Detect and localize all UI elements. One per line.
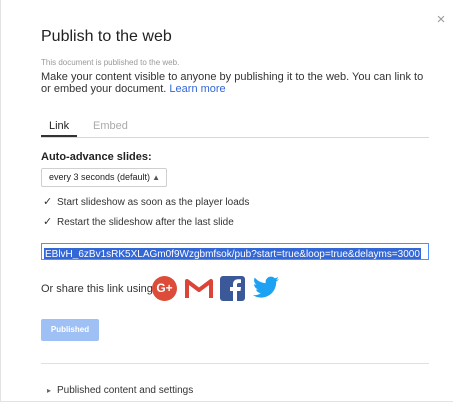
checkmark-icon[interactable]: ✓ [43,215,53,229]
published-content-settings-label: Published content and settings [57,385,194,396]
facebook-icon[interactable] [220,276,245,301]
gmail-icon[interactable] [184,276,214,300]
description: Make your content visible to anyone by p… [41,71,431,95]
tab-link[interactable]: Link [41,120,78,137]
expand-caret-icon: ▸ [47,386,52,395]
auto-advance-selected-value: every 3 seconds (default) [49,172,151,182]
google-plus-icon[interactable]: G+ [152,276,177,301]
checkmark-icon[interactable]: ✓ [43,195,53,209]
link-url-field[interactable]: EBlvH_6zBv1sRK5XLAGm0f9Wzgbmfsok/pub?sta… [41,243,429,260]
published-content-settings-toggle[interactable]: ▸ Published content and settings [47,385,193,396]
auto-advance-select[interactable]: every 3 seconds (default) ▲ [41,168,167,187]
publish-status-text: This document is published to the web. [41,58,180,67]
share-label: Or share this link using: [41,283,156,295]
published-button[interactable]: Published [41,319,99,341]
google-plus-glyph: G+ [156,281,173,295]
tab-bar: Link Embed [41,120,429,138]
select-arrows-icon: ▲ [152,173,160,182]
twitter-icon[interactable] [252,276,280,300]
restart-option[interactable]: ✓ Restart the slideshow after the last sl… [43,215,234,229]
restart-label: Restart the slideshow after the last sli… [57,217,234,228]
auto-advance-label: Auto-advance slides: [41,151,152,163]
description-text: Make your content visible to anyone by p… [41,71,424,95]
tab-embed[interactable]: Embed [93,120,128,135]
close-icon[interactable]: × [435,12,447,27]
publish-dialog: × Publish to the web This document is pu… [0,0,453,402]
divider [41,363,429,364]
start-on-load-label: Start slideshow as soon as the player lo… [57,197,250,208]
dialog-title: Publish to the web [41,28,172,45]
learn-more-link[interactable]: Learn more [169,83,225,95]
link-url-text: EBlvH_6zBv1sRK5XLAGm0f9Wzgbmfsok/pub?sta… [44,248,421,260]
start-on-load-option[interactable]: ✓ Start slideshow as soon as the player l… [43,195,249,209]
